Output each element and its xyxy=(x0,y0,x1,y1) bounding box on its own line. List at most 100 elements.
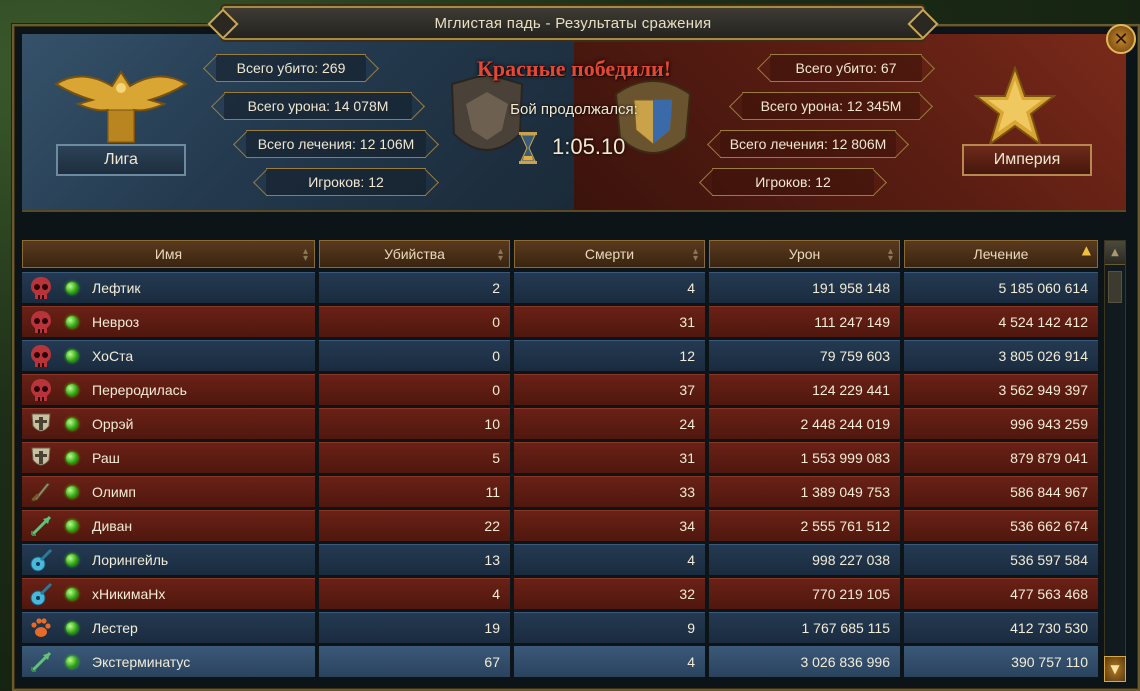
column-header-label: Урон xyxy=(788,246,821,262)
kills-cell: 2 xyxy=(319,272,510,303)
heal-cell: 996 943 259 xyxy=(904,408,1098,439)
empire-total-damage: Всего урона: 12 345M xyxy=(742,92,920,120)
table-header: Имя ▴ ▾ Убийства ▴ ▾ Смерти ▴ ▾ Урон ▴ ▾ Леч… xyxy=(22,240,1098,270)
table-row[interactable]: хНикимаНх 4 32 770 219 105 477 563 468 xyxy=(22,578,1098,609)
scroll-up-button[interactable]: ▲ xyxy=(1105,241,1125,265)
column-header-kills[interactable]: Убийства ▴ ▾ xyxy=(319,240,510,268)
table-row[interactable]: Оррэй 10 24 2 448 244 019 996 943 259 xyxy=(22,408,1098,439)
column-header-label: Лечение xyxy=(973,246,1029,262)
kills-cell: 0 xyxy=(319,340,510,371)
lute-icon xyxy=(28,581,54,607)
table-row[interactable]: Раш 5 31 1 553 999 083 879 879 041 xyxy=(22,442,1098,473)
player-name-cell: хНикимаНх xyxy=(22,578,315,609)
player-name: Оррэй xyxy=(92,416,134,432)
empire-players: Игроков: 12 xyxy=(712,168,874,196)
table-row[interactable]: Невроз 0 31 111 247 149 4 524 142 412 xyxy=(22,306,1098,337)
scroll-thumb[interactable] xyxy=(1108,271,1122,303)
column-header-label: Имя xyxy=(154,246,183,262)
player-name: Переродилась xyxy=(92,382,187,398)
player-name-cell: ХоСта xyxy=(22,340,315,371)
online-status-icon xyxy=(66,282,78,294)
league-players: Игроков: 12 xyxy=(266,168,426,196)
sort-icon: ▴ ▾ xyxy=(497,246,503,264)
table-row[interactable]: Экстерминатус 67 4 3 026 836 996 390 757 110 xyxy=(22,646,1098,677)
close-button[interactable]: ✕ xyxy=(1106,24,1136,54)
player-name: Диван xyxy=(92,518,133,534)
shield-icon xyxy=(28,411,54,437)
heal-cell: 477 563 468 xyxy=(904,578,1098,609)
player-name-cell: Переродилась xyxy=(22,374,315,405)
sort-icon: ▴ ▾ xyxy=(692,246,698,264)
sort-icon: ▴ ▾ xyxy=(302,246,308,264)
table-row[interactable]: Олимп 11 33 1 389 049 753 586 844 967 xyxy=(22,476,1098,507)
damage-cell: 191 958 148 xyxy=(709,272,900,303)
paw-icon xyxy=(28,615,54,641)
heal-cell: 412 730 530 xyxy=(904,612,1098,643)
table-row[interactable]: Лорингейль 13 4 998 227 038 536 597 584 xyxy=(22,544,1098,575)
online-status-icon xyxy=(66,452,78,464)
player-name-cell: Олимп xyxy=(22,476,315,507)
table-row[interactable]: Переродилась 0 37 124 229 441 3 562 949 397 xyxy=(22,374,1098,405)
window-title-bar: Мглистая падь - Результаты сражения xyxy=(222,6,924,40)
heal-cell: 3 562 949 397 xyxy=(904,374,1098,405)
chevron-up-icon: ▲ xyxy=(1111,247,1119,258)
damage-cell: 770 219 105 xyxy=(709,578,900,609)
table-scrollbar[interactable]: ▲ xyxy=(1104,240,1126,660)
player-name-cell: Оррэй xyxy=(22,408,315,439)
player-name: Лестер xyxy=(92,620,138,636)
league-name: Лига xyxy=(56,144,186,176)
skull-icon xyxy=(28,377,54,403)
damage-cell: 1 389 049 753 xyxy=(709,476,900,507)
damage-cell: 111 247 149 xyxy=(709,306,900,337)
online-status-icon xyxy=(66,588,78,600)
table-row[interactable]: Диван 22 34 2 555 761 512 536 662 674 xyxy=(22,510,1098,541)
deaths-cell: 31 xyxy=(514,442,705,473)
player-name: Раш xyxy=(92,450,120,466)
chevron-down-icon: ▼ xyxy=(1110,662,1120,676)
online-status-icon xyxy=(66,316,78,328)
results-table: Имя ▴ ▾ Убийства ▴ ▾ Смерти ▴ ▾ Урон ▴ ▾ Леч… xyxy=(22,240,1098,680)
column-header-name[interactable]: Имя ▴ ▾ xyxy=(22,240,315,268)
player-name-cell: Лефтик xyxy=(22,272,315,303)
league-total-heal: Всего лечения: 12 106M xyxy=(246,130,426,158)
table-row[interactable]: Лефтик 2 4 191 958 148 5 185 060 614 xyxy=(22,272,1098,303)
sword-icon xyxy=(28,479,54,505)
table-row[interactable]: ХоСта 0 12 79 759 603 3 805 026 914 xyxy=(22,340,1098,371)
sort-icon: ▴ ▾ xyxy=(887,246,893,264)
table-row[interactable]: Лестер 19 9 1 767 685 115 412 730 530 xyxy=(22,612,1098,643)
online-status-icon xyxy=(66,418,78,430)
kills-cell: 0 xyxy=(319,374,510,405)
deaths-cell: 4 xyxy=(514,272,705,303)
player-name-cell: Раш xyxy=(22,442,315,473)
damage-cell: 1 767 685 115 xyxy=(709,612,900,643)
player-name: Лорингейль xyxy=(92,552,169,568)
heal-cell: 3 805 026 914 xyxy=(904,340,1098,371)
empire-name: Империя xyxy=(962,144,1092,176)
column-header-damage[interactable]: Урон ▴ ▾ xyxy=(709,240,900,268)
deaths-cell: 4 xyxy=(514,544,705,575)
damage-cell: 2 555 761 512 xyxy=(709,510,900,541)
column-header-heal[interactable]: Лечение ▲ xyxy=(904,240,1098,268)
heal-cell: 390 757 110 xyxy=(904,646,1098,677)
deaths-cell: 12 xyxy=(514,340,705,371)
damage-cell: 2 448 244 019 xyxy=(709,408,900,439)
heal-cell: 586 844 967 xyxy=(904,476,1098,507)
column-header-deaths[interactable]: Смерти ▴ ▾ xyxy=(514,240,705,268)
column-header-label: Смерти xyxy=(584,246,635,262)
kills-cell: 19 xyxy=(319,612,510,643)
heal-cell: 536 662 674 xyxy=(904,510,1098,541)
deaths-cell: 24 xyxy=(514,408,705,439)
close-icon: ✕ xyxy=(1113,28,1129,50)
damage-cell: 1 553 999 083 xyxy=(709,442,900,473)
battle-summary-header: Лига Всего убито: 269 Всего урона: 14 07… xyxy=(22,34,1126,212)
online-status-icon xyxy=(66,554,78,566)
skull-icon xyxy=(28,275,54,301)
scroll-down-button[interactable]: ▼ xyxy=(1104,656,1126,682)
online-status-icon xyxy=(66,656,78,668)
player-name: ХоСта xyxy=(92,348,134,364)
kills-cell: 10 xyxy=(319,408,510,439)
heal-cell: 536 597 584 xyxy=(904,544,1098,575)
sort-ascending-icon: ▲ xyxy=(1081,243,1091,257)
player-name: Экстерминатус xyxy=(92,654,191,670)
damage-cell: 3 026 836 996 xyxy=(709,646,900,677)
